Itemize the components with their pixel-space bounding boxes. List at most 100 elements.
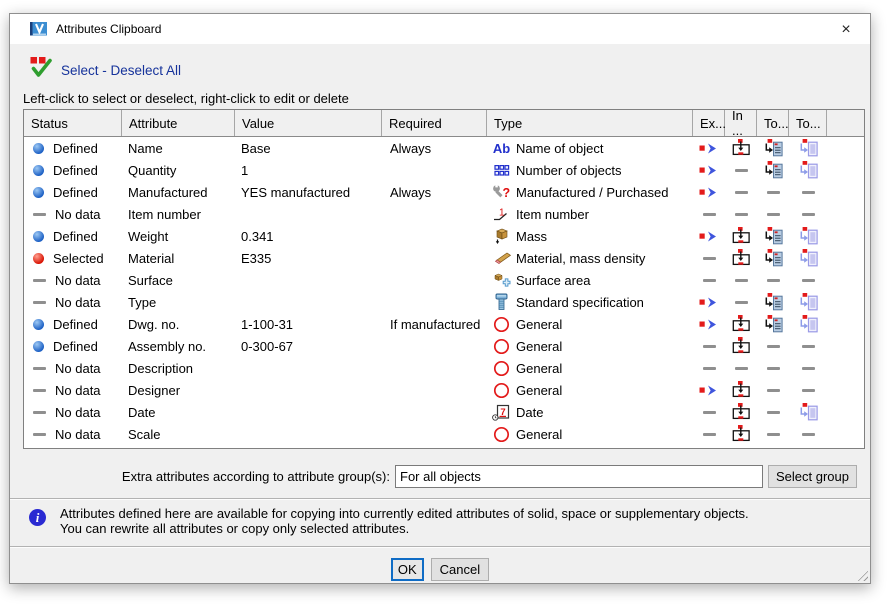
- to-attributes-cell[interactable]: [757, 137, 789, 159]
- to-objects-cell[interactable]: [789, 357, 827, 379]
- table-row[interactable]: DefinedQuantity1Number of objects: [24, 159, 864, 181]
- attribute-group-input[interactable]: [395, 465, 763, 488]
- to-attributes-cell[interactable]: [757, 335, 789, 357]
- attribute-cell: Assembly no.: [122, 335, 235, 357]
- export-cell[interactable]: [693, 269, 725, 291]
- import-cell[interactable]: [725, 269, 757, 291]
- import-cell[interactable]: [725, 423, 757, 445]
- to-attributes-cell[interactable]: [757, 159, 789, 181]
- column-header-to-7[interactable]: To...: [757, 110, 789, 136]
- export-cell[interactable]: [693, 335, 725, 357]
- cancel-button[interactable]: Cancel: [431, 558, 489, 581]
- import-cell[interactable]: [725, 379, 757, 401]
- import-cell[interactable]: [725, 225, 757, 247]
- to-objects-cell[interactable]: [789, 269, 827, 291]
- column-header-required[interactable]: Required: [382, 110, 487, 136]
- none-icon: [802, 367, 815, 370]
- to-attributes-cell[interactable]: [757, 423, 789, 445]
- import-cell[interactable]: [725, 203, 757, 225]
- status-cell: No data: [24, 269, 122, 291]
- table-row[interactable]: No dataScaleGeneral: [24, 423, 864, 445]
- status-nodata-icon: [33, 213, 46, 216]
- table-row[interactable]: No dataSurfaceSurface area: [24, 269, 864, 291]
- export-cell[interactable]: [693, 423, 725, 445]
- ok-button[interactable]: OK: [391, 558, 424, 581]
- import-cell[interactable]: [725, 181, 757, 203]
- table-row[interactable]: No dataDate7Date: [24, 401, 864, 423]
- import-cell[interactable]: [725, 357, 757, 379]
- export-cell[interactable]: [693, 181, 725, 203]
- to-attributes-cell[interactable]: [757, 313, 789, 335]
- column-header-value[interactable]: Value: [235, 110, 382, 136]
- to-attributes-cell[interactable]: [757, 291, 789, 313]
- select-deselect-all-button[interactable]: Select - Deselect All: [30, 57, 181, 83]
- none-icon: [767, 433, 780, 436]
- none-icon: [802, 389, 815, 392]
- column-header-ex[interactable]: Ex...: [693, 110, 725, 136]
- column-header-attribute[interactable]: Attribute: [122, 110, 235, 136]
- table-row[interactable]: No dataDescriptionGeneral: [24, 357, 864, 379]
- to-objects-cell[interactable]: [789, 203, 827, 225]
- to-objects-cell[interactable]: [789, 247, 827, 269]
- export-cell[interactable]: [693, 137, 725, 159]
- table-row[interactable]: DefinedAssembly no.0-300-67General: [24, 335, 864, 357]
- titlebar[interactable]: Attributes Clipboard ×: [10, 14, 870, 44]
- to-objects-cell[interactable]: [789, 401, 827, 423]
- export-cell[interactable]: [693, 247, 725, 269]
- table-row[interactable]: No dataItem number1Item number: [24, 203, 864, 225]
- table-row[interactable]: No dataTypeStandard specification: [24, 291, 864, 313]
- column-header-type[interactable]: Type: [487, 110, 693, 136]
- copy-to-doc-faded-icon: [799, 293, 818, 311]
- import-cell[interactable]: [725, 137, 757, 159]
- to-objects-cell[interactable]: [789, 225, 827, 247]
- import-cell[interactable]: [725, 159, 757, 181]
- column-header-status[interactable]: Status: [24, 110, 122, 136]
- table-row[interactable]: DefinedWeight0.341Mass: [24, 225, 864, 247]
- export-cell[interactable]: [693, 357, 725, 379]
- export-cell[interactable]: [693, 401, 725, 423]
- attribute-label: Date: [128, 405, 155, 420]
- to-attributes-cell[interactable]: [757, 247, 789, 269]
- type-label: Surface area: [516, 273, 590, 288]
- to-objects-cell[interactable]: [789, 291, 827, 313]
- to-attributes-cell[interactable]: [757, 225, 789, 247]
- to-objects-cell[interactable]: [789, 181, 827, 203]
- to-attributes-cell[interactable]: [757, 357, 789, 379]
- export-cell[interactable]: [693, 379, 725, 401]
- to-objects-cell[interactable]: [789, 335, 827, 357]
- import-cell[interactable]: [725, 313, 757, 335]
- copy-arrow-icon: [699, 165, 720, 176]
- table-row[interactable]: DefinedNameBaseAlwaysAbName of object: [24, 137, 864, 159]
- to-attributes-cell[interactable]: [757, 401, 789, 423]
- export-cell[interactable]: [693, 291, 725, 313]
- column-header-to-8[interactable]: To...: [789, 110, 827, 136]
- to-objects-cell[interactable]: [789, 137, 827, 159]
- to-objects-cell[interactable]: [789, 379, 827, 401]
- export-cell[interactable]: [693, 203, 725, 225]
- row-filler: [827, 159, 864, 181]
- to-objects-cell[interactable]: [789, 313, 827, 335]
- import-cell[interactable]: [725, 335, 757, 357]
- required-cell: [382, 291, 487, 313]
- status-cell: No data: [24, 203, 122, 225]
- column-header-in[interactable]: In ...: [725, 110, 757, 136]
- to-objects-cell[interactable]: [789, 159, 827, 181]
- table-row[interactable]: DefinedDwg. no.1-100-31If manufacturedGe…: [24, 313, 864, 335]
- to-attributes-cell[interactable]: [757, 379, 789, 401]
- select-group-button[interactable]: Select group: [768, 465, 857, 488]
- to-attributes-cell[interactable]: [757, 269, 789, 291]
- export-cell[interactable]: [693, 225, 725, 247]
- table-row[interactable]: DefinedManufacturedYES manufacturedAlway…: [24, 181, 864, 203]
- export-cell[interactable]: [693, 313, 725, 335]
- to-attributes-cell[interactable]: [757, 181, 789, 203]
- import-cell[interactable]: [725, 291, 757, 313]
- none-icon: [735, 191, 748, 194]
- to-objects-cell[interactable]: [789, 423, 827, 445]
- export-cell[interactable]: [693, 159, 725, 181]
- to-attributes-cell[interactable]: [757, 203, 789, 225]
- table-row[interactable]: SelectedMaterialE335Material, mass densi…: [24, 247, 864, 269]
- table-row[interactable]: No dataDesignerGeneral: [24, 379, 864, 401]
- import-cell[interactable]: [725, 247, 757, 269]
- close-button[interactable]: ×: [830, 18, 862, 41]
- import-cell[interactable]: [725, 401, 757, 423]
